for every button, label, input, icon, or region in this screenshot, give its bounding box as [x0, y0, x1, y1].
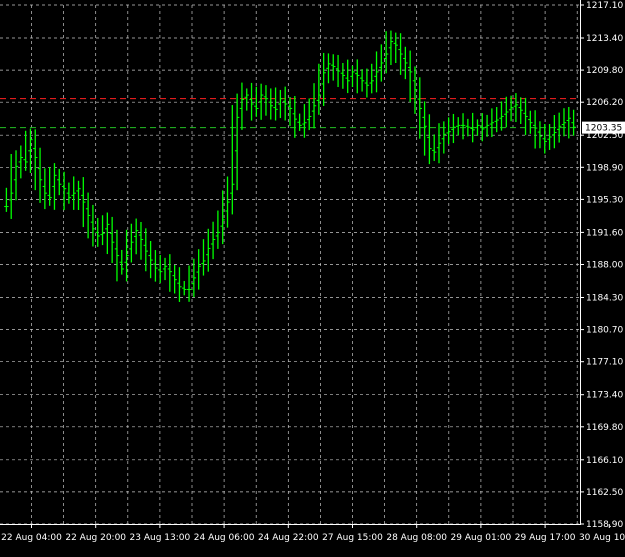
x-tick-label: 22 Aug 04:00 — [1, 533, 62, 543]
y-tick-label: 1169.80 — [586, 423, 623, 433]
price-chart[interactable]: 1217.10 1213.40 1209.80 1206.20 1202.50 1198.… — [0, 0, 625, 557]
y-tick-label: 1162.50 — [586, 488, 623, 498]
x-tick-label: 23 Aug 13:00 — [130, 533, 191, 543]
current-price-label: 1203.35 — [585, 124, 622, 134]
y-tick-label: 1158.90 — [586, 520, 623, 530]
x-tick-label: 28 Aug 08:00 — [386, 533, 447, 543]
chart-background — [0, 0, 625, 557]
y-tick-label: 1195.30 — [586, 195, 623, 205]
y-tick-label: 1177.10 — [586, 358, 623, 368]
y-tick-label: 1166.10 — [586, 456, 623, 466]
y-tick-label: 1180.70 — [586, 326, 623, 336]
x-tick-label: 22 Aug 20:00 — [65, 533, 126, 543]
x-tick-label: 30 Aug 10:00 — [579, 533, 625, 543]
y-tick-label: 1173.40 — [586, 391, 623, 401]
y-tick-label: 1217.10 — [586, 1, 623, 11]
x-tick-label: 24 Aug 06:00 — [194, 533, 255, 543]
x-tick-label: 29 Aug 01:00 — [451, 533, 512, 543]
y-tick-label: 1188.00 — [586, 261, 623, 271]
x-tick-label: 24 Aug 22:00 — [258, 533, 319, 543]
y-tick-label: 1184.30 — [586, 293, 623, 303]
y-tick-label: 1209.80 — [586, 66, 623, 76]
chart-svg: 1217.101213.401209.801206.201202.501198.… — [0, 0, 625, 557]
x-tick-label: 29 Aug 17:00 — [515, 533, 576, 543]
y-tick-label: 1206.20 — [586, 98, 623, 108]
y-tick-label: 1191.60 — [586, 228, 623, 238]
y-tick-label: 1198.90 — [586, 163, 623, 173]
x-tick-label: 27 Aug 15:00 — [322, 533, 383, 543]
y-tick-label: 1213.40 — [586, 34, 623, 44]
